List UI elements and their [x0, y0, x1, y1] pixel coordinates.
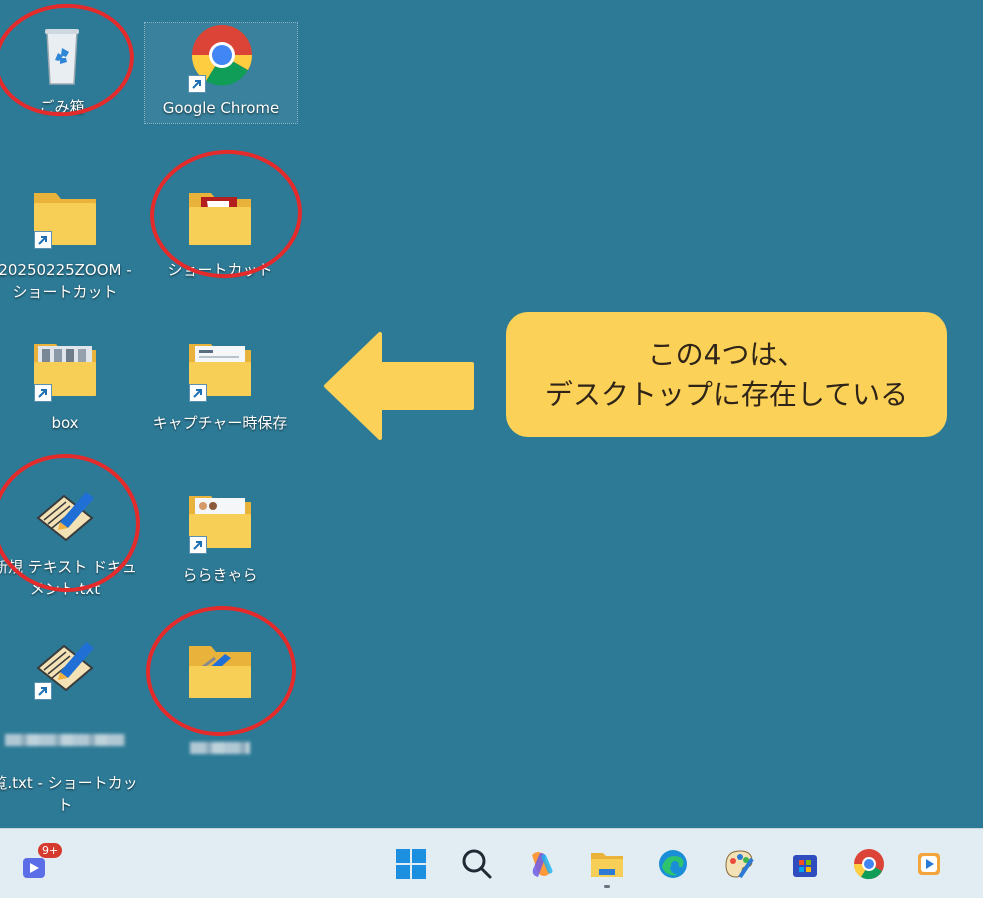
shortcut-arrow-icon	[189, 384, 207, 402]
recycle-bin-desktop-icon[interactable]: ごみ箱	[0, 22, 137, 118]
copilot-button[interactable]	[518, 841, 564, 887]
callout-line-2: デスクトップに存在している	[544, 377, 909, 411]
search-button[interactable]	[454, 841, 500, 887]
shortcut-arrow-icon	[34, 384, 52, 402]
left-arrow-annotation	[324, 332, 474, 440]
start-icon	[396, 849, 426, 879]
chrome-label: Google Chrome	[162, 99, 280, 117]
shortcut-arrow-icon	[34, 682, 52, 700]
capture-folder-label: キャプチャー時保存	[152, 414, 288, 432]
chrome-desktop-icon[interactable]: Google Chrome	[144, 22, 298, 124]
paint-icon	[725, 850, 754, 879]
file-explorer-icon	[591, 853, 623, 877]
list-text-shortcut-icon[interactable]: 覧.txt - ショートカット	[0, 632, 140, 816]
recycle-bin-icon	[27, 22, 97, 92]
media-player-button[interactable]	[906, 841, 952, 887]
new-text-document-label: 新規 テキスト ドキュメント.txt	[0, 558, 138, 598]
box-label: box	[51, 414, 79, 432]
shortcut-folder-label: ショートカット	[167, 261, 273, 279]
new-text-document-icon[interactable]: 新規 テキスト ドキュメント.txt	[0, 482, 140, 600]
widgets-button[interactable]: 9+	[12, 841, 63, 887]
chrome-taskbar-button[interactable]	[846, 841, 892, 887]
notepad-file-icon	[30, 482, 100, 552]
box-folder-shortcut-icon[interactable]: box	[0, 338, 140, 434]
folder-icon	[185, 490, 255, 560]
rarakyara-label: ららきゃら	[182, 566, 258, 584]
blurred-text	[190, 741, 250, 754]
copilot-icon	[532, 852, 553, 877]
paint-button[interactable]	[716, 841, 762, 887]
folder-icon	[30, 185, 100, 255]
search-icon	[462, 849, 492, 879]
capture-folder-shortcut-icon[interactable]: キャプチャー時保存	[145, 338, 295, 434]
chrome-icon	[853, 849, 884, 880]
shortcut-arrow-icon	[188, 75, 206, 93]
rarakyara-folder-shortcut-icon[interactable]: ららきゃら	[145, 490, 295, 586]
folder-icon	[30, 338, 100, 408]
desktop: ごみ箱 Google Chrome 20250225ZOOM - ショートカット…	[0, 0, 983, 828]
taskbar: 9+	[0, 828, 983, 898]
blurred-folder-label	[145, 714, 295, 780]
folder-icon	[185, 185, 255, 255]
recycle-bin-label: ごみ箱	[39, 98, 85, 116]
zoom-folder-shortcut-icon[interactable]: 20250225ZOOM - ショートカット	[0, 185, 140, 303]
chrome-icon	[186, 23, 256, 93]
callout-box: この4つは、 デスクトップに存在している	[506, 312, 947, 437]
shortcut-arrow-icon	[34, 231, 52, 249]
shortcut-arrow-icon	[189, 536, 207, 554]
zoom-shortcut-label: 20250225ZOOM - ショートカット	[0, 261, 132, 301]
folder-icon	[185, 338, 255, 408]
edge-button[interactable]	[650, 841, 696, 887]
running-indicator	[604, 885, 610, 888]
folder-icon	[185, 640, 255, 710]
shortcut-folder-icon[interactable]: ショートカット	[145, 185, 295, 281]
blurred-text	[5, 733, 125, 746]
edge-icon	[659, 850, 687, 878]
blurred-folder-icon[interactable]	[145, 640, 295, 780]
store-icon	[793, 855, 817, 877]
media-player-icon	[918, 853, 940, 875]
notepad-file-icon	[30, 632, 100, 702]
store-button[interactable]	[782, 841, 828, 887]
start-button[interactable]	[388, 841, 434, 887]
file-explorer-button[interactable]	[584, 841, 630, 887]
list-text-shortcut-label: 覧.txt - ショートカット	[0, 706, 140, 816]
notification-badge: 9+	[38, 843, 63, 858]
callout-line-1: この4つは、	[647, 337, 806, 371]
